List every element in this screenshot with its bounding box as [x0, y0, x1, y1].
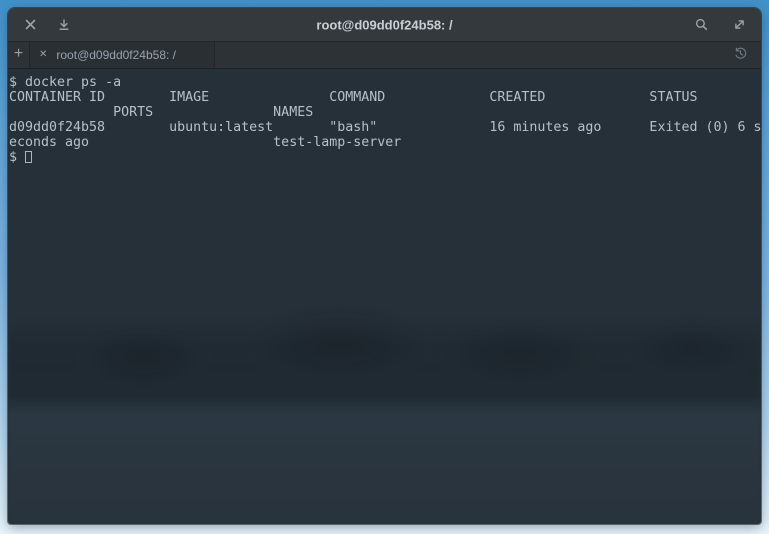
terminal-line-row-2: econds ago test-lamp-server [9, 135, 761, 150]
tab-active[interactable]: ✕ root@d09dd0f24b58: / [30, 42, 215, 68]
history-button[interactable] [733, 46, 748, 64]
detach-terminal-button[interactable] [56, 17, 72, 33]
expand-arrows-icon [733, 18, 746, 31]
terminal-prompt-line: $ [9, 150, 761, 165]
history-clock-icon [733, 49, 748, 64]
desktop-background: root@d09dd0f24b58: / + ✕ root@d09dd0f2 [0, 0, 769, 534]
terminal-window: root@d09dd0f24b58: / + ✕ root@d09dd0f2 [8, 8, 761, 524]
titlebar-left-controls [22, 17, 72, 33]
close-window-button[interactable] [22, 17, 38, 33]
window-title: root@d09dd0f24b58: / [316, 17, 452, 32]
tab-bar: + ✕ root@d09dd0f24b58: / [8, 42, 761, 69]
terminal-screen[interactable]: $ docker ps -a CONTAINER ID IMAGE COMMAN… [8, 69, 761, 524]
close-icon [25, 19, 36, 30]
search-button[interactable] [693, 17, 709, 33]
terminal-line-header-2: PORTS NAMES [9, 105, 761, 120]
fullscreen-button[interactable] [731, 17, 747, 33]
terminal-line-row-1: d09dd0f24b58 ubuntu:latest "bash" 16 min… [9, 120, 761, 135]
new-tab-button[interactable]: + [8, 42, 30, 68]
arrow-down-to-bar-icon [58, 19, 70, 31]
search-icon [695, 18, 708, 31]
prompt-text: $ [9, 150, 25, 165]
terminal-line-header-1: CONTAINER ID IMAGE COMMAND CREATED STATU… [9, 90, 761, 105]
tab-label: root@d09dd0f24b58: / [56, 48, 176, 62]
terminal-cursor [25, 151, 32, 163]
terminal-output: $ docker ps -a CONTAINER ID IMAGE COMMAN… [9, 75, 761, 165]
titlebar-right-controls [693, 17, 747, 33]
titlebar[interactable]: root@d09dd0f24b58: / [8, 8, 761, 42]
terminal-line-command: $ docker ps -a [9, 75, 761, 90]
tab-close-icon[interactable]: ✕ [39, 50, 47, 60]
